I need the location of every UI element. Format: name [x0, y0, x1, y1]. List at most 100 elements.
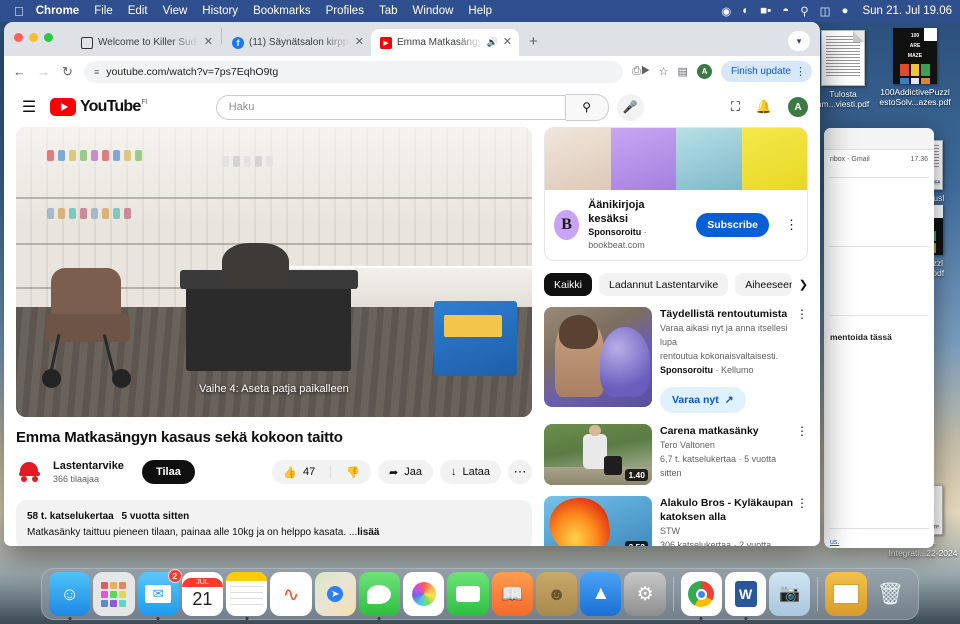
search-icon[interactable]: ⚲ [565, 93, 609, 121]
hamburger-menu-icon[interactable]: ☰ [16, 97, 42, 117]
star-icon[interactable]: ☆ [659, 65, 669, 78]
channel-info[interactable]: Lastentarvike 366 tilaajaa [53, 459, 124, 486]
desktop-icon-100addictivepuzzles[interactable]: 100 ARE MAZE 100AddictivePuzzl estoSolv...… [872, 28, 958, 107]
window-traffic-lights[interactable] [14, 33, 53, 42]
background-window-mail[interactable]: nbox - Gmail 17.36 mentoida tässä us. [824, 128, 934, 548]
three-dot-menu-icon[interactable]: ⋮ [795, 65, 806, 78]
dock-item-system-settings[interactable]: ⚙ [624, 572, 666, 616]
address-bar[interactable]: ≡ youtube.com/watch?v=7ps7EqhO9tg [84, 60, 624, 83]
dock-item-launchpad[interactable] [93, 572, 135, 616]
dock-item-contacts[interactable]: ☻ [535, 572, 578, 616]
close-window-button[interactable] [14, 33, 23, 42]
close-icon[interactable]: ✕ [204, 37, 213, 48]
dock-item-chrome[interactable] [680, 572, 722, 620]
menu-item-tab[interactable]: Tab [379, 5, 398, 17]
apple-menu-icon[interactable]:  [14, 5, 24, 18]
dock-item-downloads-stack[interactable] [825, 572, 867, 616]
share-button[interactable]: ➦ Jaa [378, 460, 433, 484]
menu-item-view[interactable]: View [163, 5, 188, 17]
menu-item-help[interactable]: Help [468, 5, 492, 17]
tune-settings-icon[interactable]: ≡ [94, 67, 99, 77]
record-icon[interactable]: ◉ [721, 4, 731, 18]
three-dot-menu-icon[interactable]: ⋮ [796, 424, 808, 438]
thumbnail[interactable]: 3.52 [544, 496, 652, 546]
chevron-right-icon[interactable]: ❯ [799, 278, 808, 291]
three-dot-menu-icon[interactable]: ⋮ [796, 307, 808, 321]
sponsored-ad-card[interactable]: B Äänikirjoja kesäksi Sponsoroitu · book… [544, 127, 808, 261]
menu-item-edit[interactable]: Edit [128, 5, 148, 17]
browser-tab-facebook[interactable]: f (11) Säynätsalon kirpputori | F ✕ [223, 29, 371, 56]
subscribe-button[interactable]: Tilaa [141, 460, 195, 484]
youtube-logo[interactable]: YouTube FI [50, 98, 148, 116]
close-icon[interactable]: ✕ [503, 37, 512, 48]
chip-aiheeseen-liittyvat[interactable]: Aiheeseen liit [735, 273, 792, 296]
three-dot-menu-icon[interactable]: ⋮ [785, 217, 798, 233]
screen-share-icon[interactable]: ◫ [820, 4, 831, 18]
spotlight-search-icon[interactable]: ⚲ [800, 4, 808, 18]
dock-item-photos[interactable] [403, 572, 445, 616]
chip-ladannut-lastentarvike[interactable]: Ladannut Lastentarvike [599, 273, 729, 296]
browser-tab-sudoku[interactable]: Welcome to Killer Sudoku On ✕ [72, 29, 220, 56]
audio-playing-icon[interactable]: 🔊 [487, 37, 498, 48]
dock-item-finder[interactable]: ☺ [49, 572, 91, 620]
video-description-box[interactable]: 58 t. katselukertaa 5 vuotta sitten Matk… [16, 500, 532, 546]
dock-item-notes[interactable] [226, 572, 268, 620]
microphone-icon[interactable]: 🎤 [616, 93, 644, 121]
maximize-window-button[interactable] [44, 33, 53, 42]
download-button[interactable]: ↓ Lataa [439, 460, 501, 484]
menu-item-window[interactable]: Window [413, 5, 454, 17]
thumbnail[interactable]: 1.40 [544, 424, 652, 485]
extensions-icon[interactable]: ▤ [678, 65, 688, 78]
dislike-button[interactable]: 👎 [337, 466, 371, 479]
menu-item-file[interactable]: File [94, 5, 113, 17]
dock-item-maps[interactable]: ➤ [314, 572, 356, 616]
three-dot-menu-icon[interactable]: ⋯ [508, 460, 532, 484]
browser-tab-youtube[interactable]: ▶ Emma Matkasängyn kasa 🔊 ✕ [371, 29, 519, 56]
three-dot-menu-icon[interactable]: ⋮ [796, 496, 808, 510]
booking-cta-button[interactable]: Varaa nyt ↗ [660, 387, 746, 413]
menu-item-bookmarks[interactable]: Bookmarks [253, 5, 311, 17]
wifi-icon[interactable]: ◓ [782, 5, 789, 17]
chevron-down-icon[interactable]: ▾ [788, 31, 810, 51]
sidebar-video-item-carena[interactable]: 1.40 ⋮ Carena matkasänky Tero Valtonen 6… [544, 424, 808, 485]
dock-item-freeform[interactable]: ∿ [270, 572, 312, 616]
sidebar-video-item-alakulo[interactable]: 3.52 ⋮ Alakulo Bros - Kyläkaupan katokse… [544, 496, 808, 546]
search-input[interactable]: Haku [215, 94, 566, 120]
create-video-icon[interactable]: ⛶ [731, 99, 740, 115]
bgwin-mail-row[interactable]: nbox - Gmail 17.36 [824, 150, 934, 167]
share-screen-icon[interactable]: ⎙▶ [632, 65, 650, 78]
bell-icon[interactable]: 🔔 [756, 99, 772, 115]
menu-item-chrome[interactable]: Chrome [36, 5, 79, 17]
control-center-icon[interactable]: ◐ [742, 5, 749, 17]
dock-item-word[interactable]: W [724, 572, 767, 620]
video-player[interactable]: Vaihe 4: Aseta patja paikalleen [16, 127, 532, 417]
chip-kaikki[interactable]: Kaikki [544, 273, 593, 296]
menu-item-history[interactable]: History [202, 5, 238, 17]
dock-item-preview[interactable]: 📷 [769, 572, 811, 616]
dock-item-calendar[interactable]: JUL 21 [181, 572, 224, 616]
show-more-label[interactable]: lisää [357, 527, 379, 538]
dock-item-app-store[interactable]: ▲ [580, 572, 622, 616]
like-button[interactable]: 👍 47 [272, 466, 324, 479]
ad-subscribe-button[interactable]: Subscribe [696, 213, 769, 237]
siri-icon[interactable]: ● [842, 5, 849, 17]
dock-item-trash[interactable]: 🗑 [870, 572, 911, 616]
menu-item-profiles[interactable]: Profiles [326, 5, 364, 17]
battery-icon[interactable]: ■▪ [760, 5, 771, 17]
plus-icon[interactable]: + [529, 33, 538, 50]
forward-arrow-icon[interactable]: → [36, 64, 51, 79]
close-icon[interactable]: ✕ [355, 37, 364, 48]
reload-icon[interactable]: ↻ [60, 64, 75, 80]
dock-item-books[interactable]: 📖 [491, 572, 533, 616]
pram-logo-icon[interactable] [16, 458, 44, 486]
sidebar-sponsored-item[interactable]: ⋮ Täydellistä rentoutumista Varaa aikasi… [544, 307, 808, 413]
dock-item-messages[interactable] [358, 572, 401, 620]
bgwin-link[interactable]: us. [824, 539, 934, 546]
thumbnail[interactable] [544, 307, 652, 407]
avatar[interactable]: A [788, 97, 808, 117]
dock-item-facetime[interactable] [447, 572, 489, 616]
finish-update-button[interactable]: Finish update ⋮ [720, 61, 812, 82]
minimize-window-button[interactable] [29, 33, 38, 42]
back-arrow-icon[interactable]: ← [12, 64, 27, 79]
profile-avatar[interactable]: A [696, 64, 712, 79]
